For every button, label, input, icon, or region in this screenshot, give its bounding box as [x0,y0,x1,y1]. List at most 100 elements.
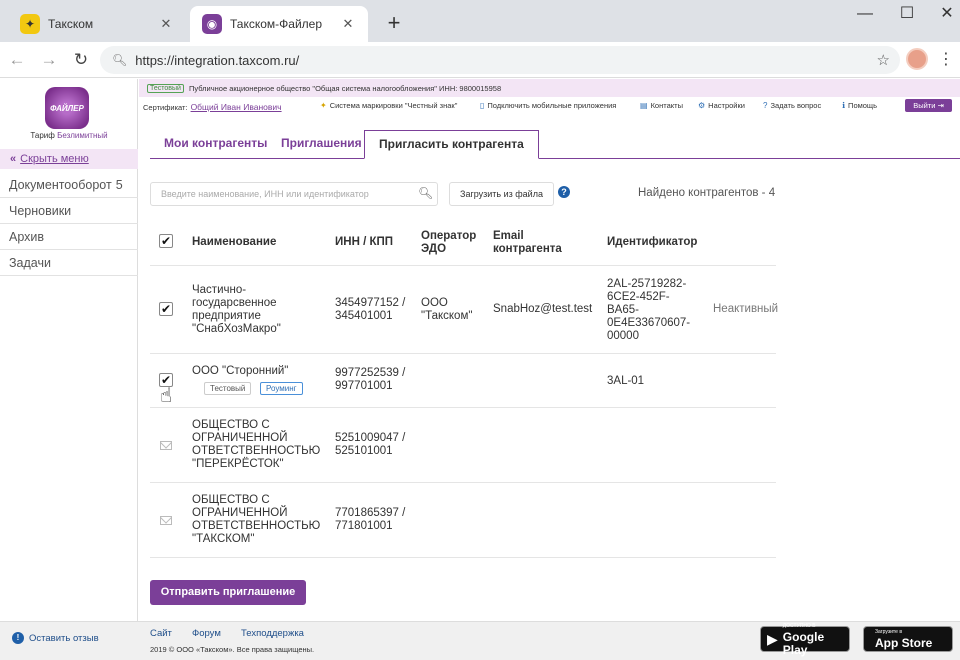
help-question-icon[interactable]: ? [558,186,570,198]
sidebar-item-archive[interactable]: Архив [0,224,138,250]
inn-kpp: 9977252539 / 997701001 [335,367,405,393]
name-line: Частично- [192,284,247,296]
upload-from-file-button[interactable]: Загрузить из файла [449,182,554,206]
table-row[interactable]: ОБЩЕСТВО С ОГРАНИЧЕННОЙ ОТВЕТСТВЕННОСТЬЮ… [150,408,776,483]
table-row[interactable]: ✔ Частично- государсвенное предприятие "… [150,266,779,354]
address-bar: ← → ↻ 🔍︎ https://integration.taxcom.ru/ … [0,42,960,78]
table-header: ✔ Наименование ИНН / КПП Оператор ЭДО Em… [150,222,776,266]
maximize-icon[interactable]: ☐ [892,4,922,24]
column-identifier: Идентификатор [607,236,698,248]
close-tab-icon[interactable]: ✕ [158,16,174,32]
tab-title: Такском [48,17,94,31]
footer: ! Оставить отзыв Сайт Форум Техподдержка… [0,621,960,660]
inn-value: 5251009047 / [335,432,406,444]
counterparty-name: ОБЩЕСТВО С ОГРАНИЧЕННОЙ ОТВЕТСТВЕННОСТЬЮ… [192,494,320,546]
search-icon[interactable]: 🔍︎ [418,186,433,200]
help-link[interactable]: ℹ Помощь [842,101,877,110]
column-operator-line2: ЭДО [421,243,447,255]
collapse-menu-button[interactable]: « Скрыть меню [0,149,138,169]
settings-link[interactable]: ⚙ Настройки [698,101,745,110]
tariff-label: Тариф Безлимитный [0,131,138,140]
row-checkbox[interactable]: ✔ [159,302,173,316]
sidebar-item-docflow[interactable]: Документооборот 5 [0,172,138,198]
url-field[interactable]: 🔍︎ https://integration.taxcom.ru/ ☆ [100,46,900,74]
tariff-caption: Тариф [30,131,55,140]
name-line: ОБЩЕСТВО С [192,494,270,506]
footer-link-support[interactable]: Техподдержка [241,628,304,639]
sidebar-item-tasks[interactable]: Задачи [0,250,138,276]
counterparty-name: ООО "Сторонний" [192,365,289,377]
id-line: 6CE2-452F- [607,291,670,303]
name-line: ОБЩЕСТВО С [192,419,270,431]
id-line: 00000 [607,330,639,342]
search-input[interactable] [150,182,438,206]
close-window-icon[interactable]: ✕ [932,4,960,24]
reload-icon[interactable]: ↻ [70,49,92,71]
help-label: Помощь [848,101,878,110]
mail-icon [160,441,172,450]
id-line: BA65- [607,304,639,316]
send-invitation-button[interactable]: Отправить приглашение [150,580,306,605]
browser-tab-taxcom[interactable]: ✦ Такском ✕ [8,6,186,42]
logo-text: ФАЙЛЕР [50,103,84,113]
status-inactive: Неактивный [713,303,779,315]
name-line: предприятие [192,310,261,322]
close-tab-icon[interactable]: ✕ [340,16,356,32]
bookmark-star-icon[interactable]: ☆ [877,51,890,69]
operator-line: ООО [421,297,448,309]
column-inn: ИНН / КПП [335,236,394,248]
google-play-badge[interactable]: ▶ ДОСТУПНО В Google Play [760,623,850,656]
inn-kpp: 7701865397 / 771801001 [335,507,405,533]
sidebar-item-drafts[interactable]: Черновики [0,198,138,224]
org-info-bar: Тестовый Публичное акционерное общество … [139,79,960,97]
select-all-checkbox[interactable]: ✔ [159,234,173,248]
search-icon: 🔍︎ [112,53,128,67]
exit-button[interactable]: Выйти ⇥ [905,99,952,112]
profile-avatar[interactable] [906,48,928,70]
tab-invitations[interactable]: Приглашения [267,130,376,158]
tab-my-counterparties[interactable]: Мои контрагенты [150,130,281,158]
name-line: "СнабХозМакро" [192,323,281,335]
table-row[interactable]: ОБЩЕСТВО С ОГРАНИЧЕННОЙ ОТВЕТСТВЕННОСТЬЮ… [150,483,776,558]
app-store-big: App Store [875,636,933,650]
settings-label: Настройки [708,101,745,110]
operator-line: "Такском" [421,310,473,322]
kpp-value: 345401001 [335,310,393,322]
test-badge: Тестовый [147,83,184,93]
table-row[interactable]: ✔ ООО "Сторонний" Тестовый Роуминг 99772… [150,354,776,408]
minimize-icon[interactable]: — [850,4,880,24]
inn-value: 7701865397 / [335,507,406,519]
name-line: "ТАКСКОМ" [192,533,255,545]
ask-question-link[interactable]: ? Задать вопрос [763,101,821,110]
counterparty-name: Частично- государсвенное предприятие "Сн… [192,284,281,336]
phone-icon: ▯ [480,101,485,110]
column-email: Email контрагента [493,230,562,256]
feedback-label: Оставить отзыв [29,632,99,644]
cert-name-link[interactable]: Общий Иван Иванович [191,102,282,112]
browser-menu-icon[interactable]: ⋮ [938,49,954,69]
mobile-label: Подключить мобильные приложения [487,101,617,110]
browser-tab-filer[interactable]: ◉ Такском-Файлер ✕ [190,6,368,42]
exit-label: Выйти [913,101,936,110]
tab-invite-counterparty[interactable]: Пригласить контрагента [364,130,539,159]
back-icon[interactable]: ← [6,49,28,71]
tab-title: Такском-Файлер [230,17,323,31]
mobile-apps-link[interactable]: ▯ Подключить мобильные приложения [480,101,616,110]
footer-link-site[interactable]: Сайт [150,628,172,639]
name-line: ОГРАНИЧЕННОЙ [192,507,288,519]
url-text: https://integration.taxcom.ru/ [135,52,300,68]
feedback-link[interactable]: ! Оставить отзыв [12,632,99,644]
contacts-link[interactable]: ▤ Контакты [640,101,683,110]
taxcom-favicon-icon: ✦ [20,14,40,34]
operator: ООО "Такском" [421,297,472,323]
marking-link[interactable]: ✦ Система маркировки "Честный знак" [320,101,457,110]
footer-link-forum[interactable]: Форум [192,628,221,639]
new-tab-icon[interactable]: + [380,10,408,38]
filer-logo[interactable]: ФАЙЛЕР [45,87,89,129]
copyright: 2019 © ООО «Такском». Все права защищены… [150,645,315,654]
forward-icon[interactable]: → [38,49,60,71]
ask-label: Задать вопрос [770,101,822,110]
app-store-badge[interactable]: Загрузите в App Store [863,626,953,652]
column-email-line2: контрагента [493,243,562,255]
sidebar: ФАЙЛЕР Тариф Безлимитный « Скрыть меню Д… [0,79,138,621]
